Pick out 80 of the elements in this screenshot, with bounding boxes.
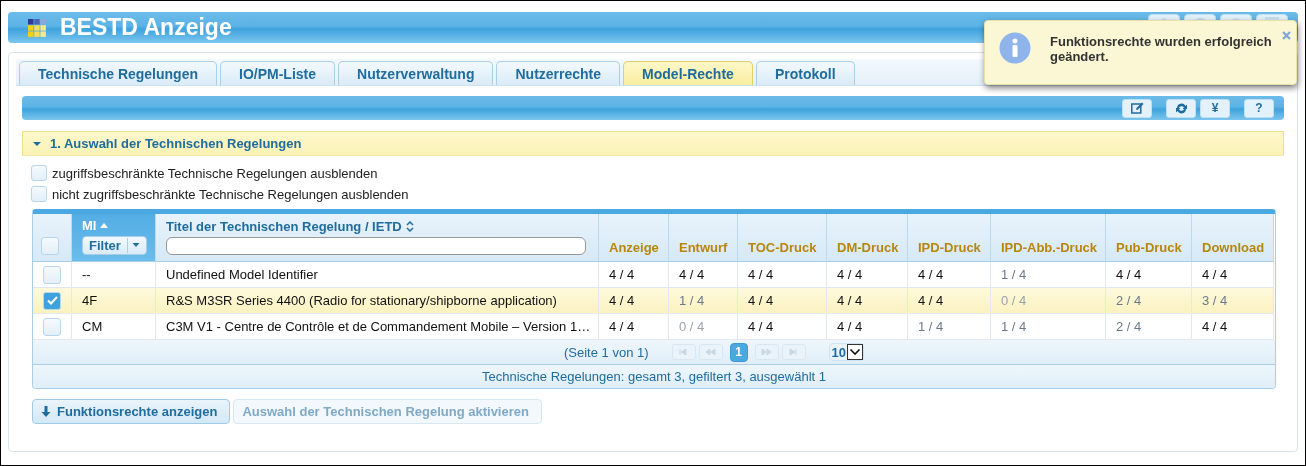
column-label: MI (82, 218, 97, 233)
tab[interactable]: Protokoll (755, 61, 855, 85)
app-title: BESTD Anzeige (60, 14, 232, 41)
filter-button[interactable]: Filter (82, 236, 147, 255)
edit-icon (1130, 102, 1144, 114)
table-cell: 2 / 4 (1116, 319, 1142, 334)
toolbar-button[interactable]: ¥ (1200, 98, 1230, 118)
checkbox-label: zugriffsbeschränkte Technische Regelungen ausblenden (52, 165, 378, 181)
title-filter-field[interactable] (166, 237, 586, 255)
table-cell: 4 / 4 (609, 319, 635, 334)
refresh-button[interactable] (1166, 98, 1196, 118)
tab[interactable]: Nutzerrechte (496, 61, 621, 85)
table-cell: CM (82, 319, 103, 334)
table-cell: 4 / 4 (609, 267, 635, 282)
last-page-button[interactable] (781, 344, 806, 360)
page-size-select[interactable]: 10 (828, 343, 864, 361)
table-cell: 4 / 4 (748, 267, 774, 282)
dropdown-icon (847, 344, 863, 360)
table-cell: 4 / 4 (918, 293, 944, 308)
tab[interactable]: IO/PM-Liste (220, 61, 335, 85)
tab[interactable]: Nutzerverwaltung (338, 61, 494, 85)
table-cell: 4 / 4 (918, 267, 944, 282)
table-cell: 1 / 4 (918, 319, 944, 334)
table-cell: 4 / 4 (1116, 267, 1142, 282)
row-checkbox[interactable] (43, 265, 61, 284)
checkmark-icon (46, 296, 58, 305)
page-button[interactable]: 1 (729, 342, 748, 362)
status-text: Technische Regelungen: gesamt 3, gefiltert 3, ausgewählt 1 (33, 365, 1275, 388)
section-header[interactable]: 1. Auswahl der Technischen Regelungen (22, 131, 1284, 156)
table-cell: 0 / 4 (679, 319, 705, 334)
table-cell: 3 / 4 (1202, 293, 1228, 308)
previous-page-button[interactable] (698, 344, 723, 360)
previous-page-icon (705, 348, 717, 356)
next-page-button[interactable] (754, 344, 779, 360)
table-cell: R&S M3SR Series 4400 (Radio for stationary/shipborne application) (166, 293, 557, 308)
caret-down-icon (33, 139, 41, 148)
logo-icon (28, 18, 46, 37)
table-cell: 4 / 4 (1202, 319, 1228, 334)
tab[interactable]: Technische Regelungen (19, 61, 217, 85)
close-icon[interactable] (1282, 31, 1291, 40)
page-info: (Seite 1 von 1) (564, 344, 649, 360)
table-cell: 4 / 4 (679, 267, 705, 282)
select-all-checkbox[interactable] (41, 237, 59, 255)
table-cell: 1 / 4 (1001, 319, 1027, 334)
notification-message: Funktionsrechte wurden erfolgreich geändert. (1050, 34, 1273, 64)
table-cell: 4 / 4 (837, 293, 863, 308)
table-cell: 1 / 4 (1001, 267, 1027, 282)
tab[interactable]: Model-Rechte (623, 61, 753, 85)
first-page-icon (678, 348, 690, 356)
column-label[interactable]: Titel der Technischen Regelung / IETD (166, 219, 402, 234)
table-cell: -- (82, 267, 91, 282)
table-cell: 4 / 4 (837, 267, 863, 282)
table-cell: 4 / 4 (837, 319, 863, 334)
column-header[interactable]: MI Filter (72, 214, 156, 262)
first-page-button[interactable] (671, 344, 696, 360)
action-button[interactable]: Funktionsrechte anzeigen (32, 399, 231, 424)
table-cell: Undefined Model Identifier (166, 267, 318, 282)
checkbox-label: nicht zugriffsbeschränkte Technische Regelungen ausblenden (52, 186, 409, 202)
table-cell: 1 / 4 (679, 293, 705, 308)
last-page-icon (788, 348, 800, 356)
refresh-icon (1174, 101, 1188, 115)
table-cell: 4F (82, 293, 98, 308)
arrow-down-icon (41, 406, 51, 417)
table-cell: 4 / 4 (609, 293, 635, 308)
table-cell: 4 / 4 (1202, 267, 1228, 282)
edit-button[interactable] (1122, 98, 1152, 118)
info-icon (999, 32, 1031, 64)
table-cell: 2 / 4 (1116, 293, 1142, 308)
toolbar-button[interactable]: ? (1244, 98, 1274, 118)
sort-icon (405, 221, 414, 232)
table-cell: 4 / 4 (748, 293, 774, 308)
checkbox[interactable] (31, 186, 47, 202)
next-page-icon (761, 348, 773, 356)
sort-ascending-icon (100, 223, 109, 228)
table-cell: C3M V1 - Centre de Contrôle et de Commandement Mobile – Version 1… (166, 319, 591, 334)
row-checkbox[interactable] (43, 317, 61, 336)
table-cell: 0 / 4 (1001, 293, 1027, 308)
checkbox[interactable] (31, 165, 47, 181)
table-cell: 4 / 4 (748, 319, 774, 334)
row-checkbox[interactable] (43, 291, 61, 310)
